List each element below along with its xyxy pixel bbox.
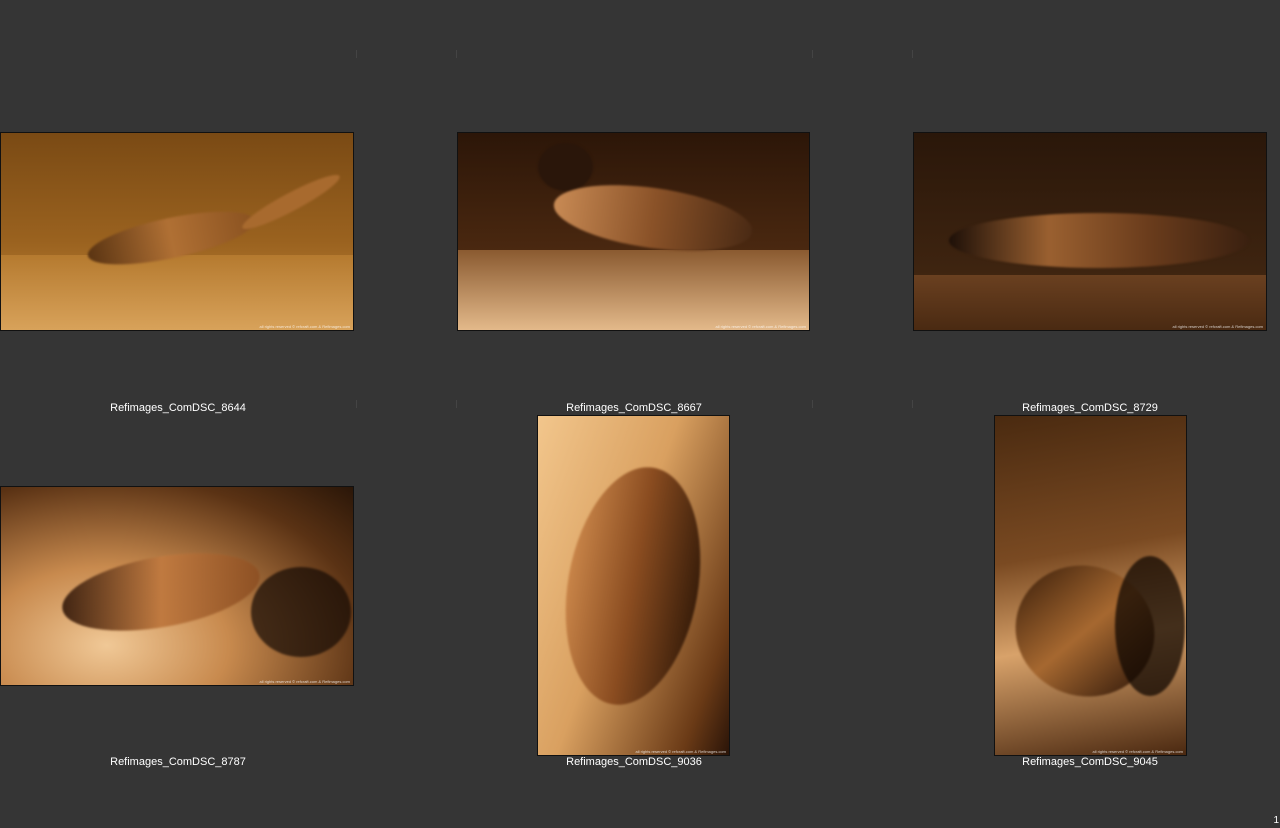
studio-floor xyxy=(458,250,809,330)
grid-tick xyxy=(912,50,913,58)
photo-caption: Refimages_ComDSC_9045 xyxy=(1022,756,1158,768)
photo-thumbnail[interactable]: all rights reserved © refcraft.com & Ref… xyxy=(0,486,354,686)
photo-caption: Refimages_ComDSC_8667 xyxy=(566,402,702,414)
figure-shadow xyxy=(1115,556,1185,696)
grid-tick xyxy=(456,50,457,58)
photo-thumbnail[interactable]: all rights reserved © refcraft.com & Ref… xyxy=(537,415,730,756)
subject-figure xyxy=(548,456,718,716)
figure-shadow xyxy=(251,567,351,657)
watermark: all rights reserved © refcraft.com & Ref… xyxy=(1172,324,1263,329)
photo-caption: Refimages_ComDSC_8644 xyxy=(110,402,246,414)
page-number: 1 xyxy=(1273,815,1279,826)
grid-tick xyxy=(356,400,357,408)
studio-floor xyxy=(1,255,353,330)
subject-figure xyxy=(56,540,266,644)
photo-thumbnail[interactable]: all rights reserved © refcraft.com & Ref… xyxy=(913,132,1267,331)
subject-figure xyxy=(238,168,344,236)
grid-tick xyxy=(812,50,813,58)
watermark: all rights reserved © refcraft.com & Ref… xyxy=(259,324,350,329)
subject-figure xyxy=(949,213,1249,268)
watermark: all rights reserved © refcraft.com & Ref… xyxy=(259,679,350,684)
photo-caption: Refimages_ComDSC_8787 xyxy=(110,756,246,768)
studio-floor xyxy=(914,275,1266,330)
subject-figure xyxy=(538,143,593,191)
watermark: all rights reserved © refcraft.com & Ref… xyxy=(635,749,726,754)
photo-thumbnail[interactable]: all rights reserved © refcraft.com & Ref… xyxy=(457,132,810,331)
photo-caption: Refimages_ComDSC_9036 xyxy=(566,756,702,768)
contact-sheet: all rights reserved © refcraft.com & Ref… xyxy=(0,0,1280,828)
grid-tick xyxy=(356,50,357,58)
subject-figure xyxy=(549,174,757,262)
photo-thumbnail[interactable]: all rights reserved © refcraft.com & Ref… xyxy=(0,132,354,331)
grid-tick xyxy=(812,400,813,408)
watermark: all rights reserved © refcraft.com & Ref… xyxy=(1092,749,1183,754)
photo-caption: Refimages_ComDSC_8729 xyxy=(1022,402,1158,414)
photo-thumbnail[interactable]: all rights reserved © refcraft.com & Ref… xyxy=(994,415,1187,756)
watermark: all rights reserved © refcraft.com & Ref… xyxy=(715,324,806,329)
